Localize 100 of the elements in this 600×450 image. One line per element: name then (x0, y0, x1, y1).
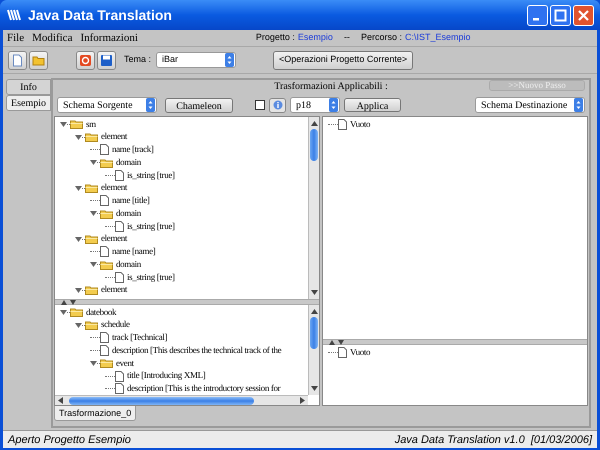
file-icon (100, 144, 109, 156)
tree-node-label[interactable]: datebook (86, 306, 116, 320)
status-text: Aperto Progetto Esempio (8, 432, 131, 448)
theme-dropdown[interactable]: iBar (156, 52, 236, 68)
save-button[interactable] (97, 50, 116, 70)
left-arrow-icon (58, 397, 63, 404)
folder-icon (100, 358, 113, 368)
open-folder-icon (32, 54, 45, 66)
tree-node-label[interactable]: track [Technical] (112, 331, 168, 345)
tree-node-label[interactable]: element (101, 232, 128, 246)
spinner-icon (225, 53, 234, 67)
spinner-icon (329, 98, 338, 112)
tree-node-label[interactable]: name [track] (112, 143, 154, 157)
menu-item[interactable]: Modifica (32, 30, 72, 46)
tree-node-label[interactable]: domain (116, 156, 141, 170)
tree-node-label[interactable]: element (101, 181, 128, 195)
tree-node-label[interactable]: domain (116, 258, 141, 272)
scrollbar[interactable] (308, 305, 319, 396)
file-icon (115, 220, 124, 232)
file-icon (100, 246, 109, 258)
folder-icon (85, 285, 98, 296)
scrollbar[interactable] (55, 395, 308, 406)
folder-icon (100, 208, 113, 219)
file-icon (115, 170, 124, 181)
apply-button[interactable]: Applica (344, 98, 401, 112)
folder-icon (70, 307, 83, 318)
tree-node-label[interactable]: title [Introducing XML] (127, 369, 206, 383)
target-schema-dropdown[interactable]: Schema Destinazione (475, 97, 585, 113)
project-path: C:\IST_Esempio (404, 31, 470, 44)
folder-icon (85, 234, 98, 244)
operations-button[interactable]: <Operazioni Progetto Corrente> (273, 50, 414, 70)
tree-node-label[interactable]: is_string [true] (127, 270, 175, 284)
tree-node-label[interactable]: schedule (101, 318, 130, 332)
maximize-button[interactable] (550, 4, 571, 26)
window-title: Java Data Translation (28, 6, 173, 24)
bottom-tab[interactable]: Trasformazione_0 (54, 406, 136, 422)
file-icon (100, 345, 109, 356)
source-schema-dropdown[interactable]: Schema Sorgente (57, 97, 157, 113)
path-label: Percorso : (360, 31, 402, 44)
checkbox[interactable] (255, 100, 265, 110)
folder-icon (85, 320, 98, 330)
section-title: Trasformazioni Applicabili : (273, 80, 388, 94)
spinner-icon (574, 98, 583, 112)
side-tab[interactable]: Esempio (6, 95, 51, 111)
tree-node-label[interactable]: name [title] (112, 194, 150, 208)
project-label: Progetto : (256, 31, 295, 44)
split-arrows-icon (61, 300, 77, 304)
power-button[interactable] (76, 50, 95, 70)
tree-node-label[interactable]: element (101, 283, 128, 297)
close-button[interactable] (573, 4, 594, 26)
theme-label: Tema : (124, 53, 152, 66)
separator-text: -- (344, 31, 350, 44)
new-file-button[interactable] (8, 50, 27, 70)
file-icon (115, 370, 124, 382)
project-name: Esempio (298, 31, 333, 44)
folder-icon (85, 183, 98, 194)
side-tab[interactable]: Info (6, 79, 51, 95)
save-icon (100, 54, 113, 66)
power-icon (79, 54, 92, 66)
maximize-icon (554, 8, 567, 22)
scrollbar-thumb[interactable] (310, 129, 318, 161)
tree-node-label[interactable]: name [name] (112, 245, 156, 259)
scrollbar[interactable] (308, 117, 319, 299)
open-folder-button[interactable] (29, 50, 48, 70)
transformation-dropdown[interactable]: p18 (290, 97, 340, 113)
tree-node-label[interactable]: is_string [true] (127, 220, 175, 234)
down-arrow-icon (310, 290, 318, 295)
file-icon (115, 383, 124, 394)
tree-node-label[interactable]: is_string [true] (127, 168, 175, 182)
scrollbar-thumb[interactable] (310, 317, 318, 349)
up-arrow-icon (310, 309, 318, 314)
file-icon (115, 272, 124, 283)
menu-item[interactable]: Informazioni (80, 30, 138, 46)
version-text: Java Data Translation v1.0 [01/03/2006] (394, 432, 592, 448)
folder-icon (100, 158, 113, 168)
minimize-button[interactable] (527, 4, 548, 26)
up-arrow-icon (310, 121, 318, 126)
right-arrow-icon (300, 397, 305, 404)
new-file-icon (11, 54, 24, 66)
folder-icon (70, 119, 83, 130)
tree-node-label[interactable]: Vuoto (350, 118, 370, 132)
info-icon (272, 100, 282, 110)
tree-node-label[interactable]: domain (116, 206, 141, 220)
folder-icon (85, 132, 98, 142)
folder-icon (100, 260, 113, 270)
tree-node-label[interactable]: sm (86, 118, 96, 132)
split-arrows-icon (329, 340, 345, 344)
app-logo-icon (6, 7, 22, 23)
file-icon (100, 332, 109, 344)
chameleon-button[interactable]: Chameleon (165, 98, 233, 112)
tree-node-label[interactable]: description [This is the introductory session for (127, 382, 280, 396)
scrollbar-thumb[interactable] (69, 396, 254, 405)
tree-node-label[interactable]: event (116, 356, 134, 370)
minimize-icon (532, 18, 538, 20)
spinner-icon (146, 98, 155, 112)
menu-item[interactable]: File (7, 30, 24, 46)
close-icon (577, 8, 590, 22)
tree-node-label[interactable]: Vuoto (350, 346, 370, 360)
tree-node-label[interactable]: element (101, 130, 128, 144)
tree-node-label[interactable]: description [This describes the technical track of the (112, 344, 282, 358)
